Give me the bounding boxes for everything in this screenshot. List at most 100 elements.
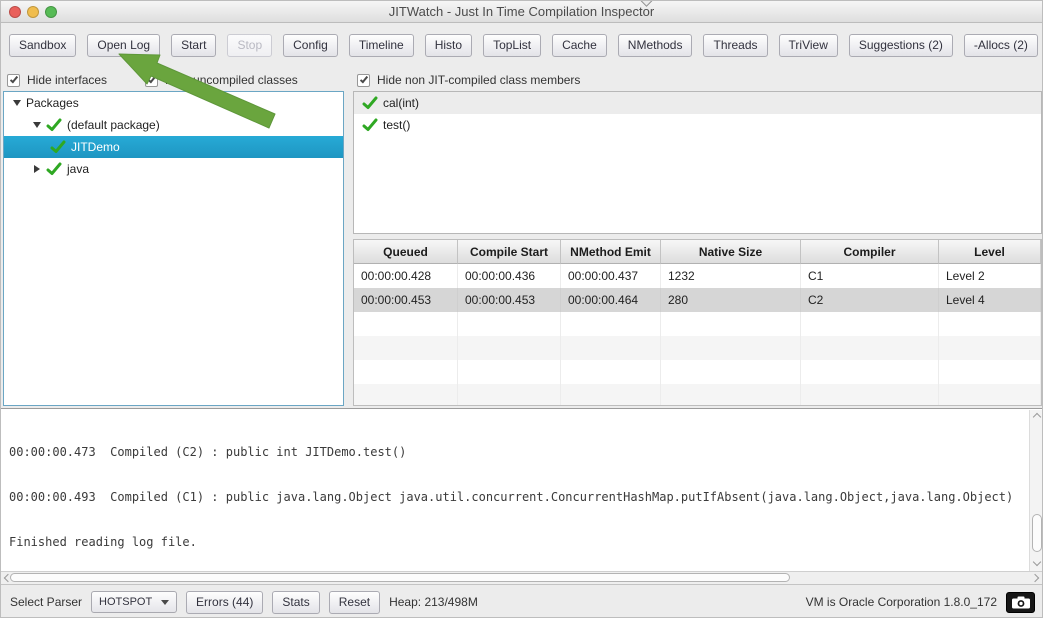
tree-item-label: java — [67, 162, 89, 176]
table-header-compile-start[interactable]: Compile Start — [458, 240, 561, 264]
right-filter-row: Hide non JIT-compiled class members — [357, 69, 580, 91]
tree-item-label: JITDemo — [71, 140, 120, 154]
tree-item-label: (default package) — [67, 118, 160, 132]
member-label: test() — [383, 118, 410, 132]
log-panel: 00:00:00.473 Compiled (C2) : public int … — [1, 408, 1043, 571]
config-button[interactable]: Config — [283, 34, 338, 57]
hide-non-jit-label: Hide non JIT-compiled class members — [377, 73, 580, 87]
horizontal-scrollbar[interactable] — [1, 571, 1043, 585]
cell-compile-start: 00:00:00.436 — [458, 264, 561, 288]
cache-button[interactable]: Cache — [552, 34, 607, 57]
member-label: cal(int) — [383, 96, 419, 110]
scroll-right-icon[interactable] — [1031, 574, 1039, 582]
checkmark-icon — [362, 118, 378, 132]
checkmark-icon — [362, 96, 378, 110]
screenshot-button[interactable] — [1006, 592, 1035, 613]
window-title: JITWatch - Just In Time Compilation Insp… — [1, 1, 1042, 22]
scroll-up-icon[interactable] — [1033, 413, 1041, 421]
camera-icon — [1011, 596, 1031, 609]
table-header-nmethod-emit[interactable]: NMethod Emit — [561, 240, 661, 264]
stop-button: Stop — [227, 34, 272, 57]
tree-item-label: Packages — [26, 96, 79, 110]
errors-button[interactable]: Errors (44) — [186, 591, 263, 614]
cell-queued: 00:00:00.453 — [354, 288, 458, 312]
chevron-right-icon[interactable] — [30, 165, 44, 173]
hide-interfaces-label: Hide interfaces — [27, 73, 107, 87]
chevron-down-icon — [161, 600, 169, 605]
table-header-queued[interactable]: Queued — [354, 240, 458, 264]
cell-level: Level 4 — [939, 288, 1041, 312]
reset-button[interactable]: Reset — [329, 591, 380, 614]
histo-button[interactable]: Histo — [425, 34, 472, 57]
parser-value: HOTSPOT — [99, 596, 152, 608]
member-item-test[interactable]: test() — [354, 114, 1041, 136]
hide-uncompiled-label: Hide uncompiled classes — [165, 73, 298, 87]
toolbar: Sandbox Open Log Start Stop Config Timel… — [1, 23, 1042, 67]
package-tree: Packages (default package) JITDemo java — [3, 91, 344, 406]
checkmark-icon — [50, 140, 66, 154]
minimize-window-icon[interactable] — [27, 6, 39, 18]
table-row[interactable]: 00:00:00.428 00:00:00.436 00:00:00.437 1… — [354, 264, 1041, 288]
nmethods-button[interactable]: NMethods — [618, 34, 693, 57]
open-log-button[interactable]: Open Log — [87, 34, 160, 57]
checkbox-icon[interactable] — [357, 74, 370, 87]
cell-nmethod-emit: 00:00:00.437 — [561, 264, 661, 288]
table-header-compiler[interactable]: Compiler — [801, 240, 939, 264]
tree-item-java[interactable]: java — [4, 158, 343, 180]
horizontal-scroll-thumb[interactable] — [10, 573, 790, 582]
triview-button[interactable]: TriView — [779, 34, 838, 57]
suggestions-button[interactable]: Suggestions (2) — [849, 34, 953, 57]
checkmark-icon — [46, 162, 62, 176]
cell-compiler: C2 — [801, 288, 939, 312]
start-button[interactable]: Start — [171, 34, 216, 57]
cell-native-size: 1232 — [661, 264, 801, 288]
table-row-selected[interactable]: 00:00:00.453 00:00:00.453 00:00:00.464 2… — [354, 288, 1041, 312]
compilations-table: Queued Compile Start NMethod Emit Native… — [353, 239, 1042, 406]
timeline-button[interactable]: Timeline — [349, 34, 414, 57]
hide-interfaces-checkbox[interactable]: Hide interfaces — [7, 73, 107, 87]
hide-non-jit-checkbox[interactable]: Hide non JIT-compiled class members — [357, 73, 580, 87]
tree-item-packages[interactable]: Packages — [4, 92, 343, 114]
log-output[interactable]: 00:00:00.473 Compiled (C2) : public int … — [1, 409, 1028, 571]
table-row-empty — [354, 384, 1041, 406]
log-line: Finished reading log file. — [9, 535, 1028, 550]
checkmark-icon — [46, 118, 62, 132]
cell-level: Level 2 — [939, 264, 1041, 288]
tree-item-default-package[interactable]: (default package) — [4, 114, 343, 136]
jitwatch-window: JITWatch - Just In Time Compilation Insp… — [0, 0, 1043, 618]
toplist-button[interactable]: TopList — [483, 34, 541, 57]
hide-uncompiled-checkbox[interactable]: Hide uncompiled classes — [145, 73, 298, 87]
cell-compiler: C1 — [801, 264, 939, 288]
allocs-button[interactable]: -Allocs (2) — [964, 34, 1038, 57]
vertical-scroll-thumb[interactable] — [1032, 514, 1042, 552]
titlebar: JITWatch - Just In Time Compilation Insp… — [1, 1, 1042, 23]
chevron-down-icon[interactable] — [10, 100, 24, 106]
checkbox-icon[interactable] — [7, 74, 20, 87]
left-filter-row: Hide interfaces Hide uncompiled classes — [7, 69, 298, 91]
member-list: cal(int) test() — [353, 91, 1042, 234]
log-line: 00:00:00.493 Compiled (C1) : public java… — [9, 490, 1028, 505]
tree-item-jitdemo[interactable]: JITDemo — [4, 136, 343, 158]
stats-button[interactable]: Stats — [272, 591, 319, 614]
table-header-row: Queued Compile Start NMethod Emit Native… — [354, 240, 1041, 264]
zoom-window-icon[interactable] — [45, 6, 57, 18]
table-row-empty — [354, 360, 1041, 384]
table-header-level[interactable]: Level — [939, 240, 1041, 264]
sandbox-button[interactable]: Sandbox — [9, 34, 76, 57]
chevron-down-icon[interactable] — [30, 122, 44, 128]
scroll-down-icon[interactable] — [1033, 558, 1041, 566]
threads-button[interactable]: Threads — [703, 34, 767, 57]
parser-select[interactable]: HOTSPOT — [91, 591, 177, 613]
member-item-cal[interactable]: cal(int) — [354, 92, 1041, 114]
vertical-scrollbar[interactable] — [1029, 410, 1043, 571]
checkbox-icon[interactable] — [145, 74, 158, 87]
cell-nmethod-emit: 00:00:00.464 — [561, 288, 661, 312]
table-row-empty — [354, 312, 1041, 336]
cell-compile-start: 00:00:00.453 — [458, 288, 561, 312]
table-header-native-size[interactable]: Native Size — [661, 240, 801, 264]
cell-native-size: 280 — [661, 288, 801, 312]
vm-info: VM is Oracle Corporation 1.8.0_172 — [806, 595, 997, 609]
table-row-empty — [354, 336, 1041, 360]
select-parser-label: Select Parser — [10, 595, 82, 609]
close-window-icon[interactable] — [9, 6, 21, 18]
